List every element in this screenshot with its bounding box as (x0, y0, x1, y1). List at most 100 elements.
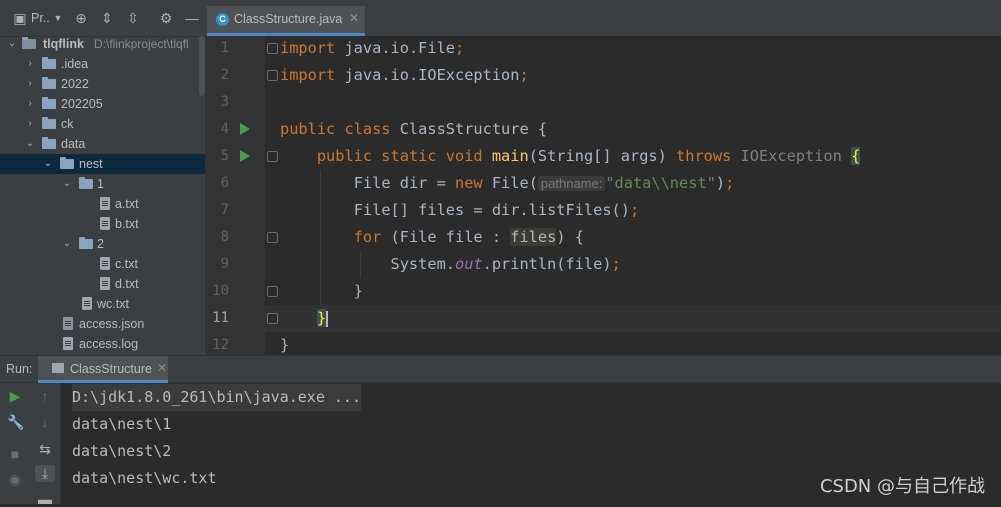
tree-item-folder[interactable]: ⌄ 2 (0, 234, 205, 254)
text-file-icon (100, 277, 110, 290)
tree-item-label: 1 (97, 177, 104, 191)
fold-icon[interactable] (267, 313, 278, 324)
tree-item-label: b.txt (115, 217, 139, 231)
arrow-up-icon[interactable]: ↑ (37, 388, 53, 404)
tree-item-label: 2 (97, 237, 104, 251)
tree-item-folder[interactable]: › 202205 (0, 94, 205, 114)
camera-icon[interactable]: ◉ (7, 471, 23, 488)
console-output-line: data\nest\1 (72, 415, 172, 433)
tree-item-file[interactable]: d.txt (0, 274, 205, 294)
console-output-line: data\nest\2 (72, 442, 172, 460)
parameter-hint: pathname: (537, 176, 606, 191)
tree-item-module[interactable]: ⌄ tlqflink D:\flinkproject\tlqfl (0, 34, 205, 54)
wrench-icon[interactable]: 🔧 (7, 414, 24, 431)
line-number: 5 (220, 148, 229, 164)
scroll-to-end-icon[interactable]: ⤓ (35, 465, 55, 482)
fold-icon[interactable] (267, 232, 278, 243)
close-icon[interactable]: ✕ (157, 361, 167, 375)
stop-icon[interactable]: ■ (7, 446, 23, 462)
folder-icon (42, 77, 56, 89)
expand-all-icon[interactable]: ⇕ (99, 10, 115, 26)
code-line-4: public class ClassStructure { (280, 120, 548, 138)
locate-icon[interactable]: ⊕ (73, 10, 89, 26)
tree-item-folder-selected[interactable]: ⌄ nest (0, 154, 205, 174)
tree-item-label: wc.txt (97, 297, 129, 311)
json-file-icon (63, 317, 73, 330)
chevron-right-icon[interactable]: › (25, 54, 35, 74)
chevron-down-icon[interactable]: ⌄ (62, 234, 72, 254)
text-caret (326, 310, 329, 327)
run-toolbar-left: ▶ 🔧 ■ ◉ (0, 383, 30, 504)
chevron-right-icon[interactable]: › (25, 94, 35, 114)
tree-item-label: ck (61, 117, 74, 131)
run-config-icon (52, 363, 64, 373)
console-command-line: D:\jdk1.8.0_261\bin\java.exe ... (72, 384, 361, 411)
chevron-right-icon[interactable]: › (25, 114, 35, 134)
tab-classstructure-java[interactable]: C ClassStructure.java ✕ (207, 6, 365, 36)
text-file-icon (82, 297, 92, 310)
tree-item-label: nest (79, 157, 103, 171)
gear-icon[interactable]: ⚙ (158, 10, 174, 26)
tree-item-label: d.txt (115, 277, 139, 291)
tab-run-classstructure[interactable]: ClassStructure ✕ (38, 356, 168, 383)
soft-wrap-icon[interactable]: ⇆ (37, 441, 53, 458)
chevron-down-icon[interactable]: ▼ (50, 10, 66, 26)
line-number: 1 (220, 40, 229, 56)
chevron-down-icon[interactable]: ⌄ (62, 174, 72, 194)
folder-icon (42, 57, 56, 69)
tree-item-label: c.txt (115, 257, 138, 271)
collapse-all-icon[interactable]: ⇳ (125, 10, 141, 26)
project-toolbar: ▣ Pr.. ▼ ⊕ ⇕ ⇳ ⚙ — (0, 0, 205, 37)
line-number: 6 (220, 175, 229, 191)
run-main-icon[interactable] (240, 150, 250, 162)
folder-icon (60, 157, 74, 169)
text-file-icon (100, 197, 110, 210)
tree-item-label: access.log (79, 337, 139, 351)
fold-icon[interactable] (267, 70, 278, 81)
tree-item-folder[interactable]: › .idea (0, 54, 205, 74)
run-toolbar-right: ↑ ↓ ⇆ ⤓ ▬ (30, 383, 61, 507)
tree-item-file[interactable]: access.json (0, 314, 205, 334)
chevron-down-icon[interactable]: ⌄ (25, 134, 35, 154)
close-icon[interactable]: ✕ (349, 11, 359, 25)
tree-item-file[interactable]: b.txt (0, 214, 205, 234)
tree-item-file[interactable]: a.txt (0, 194, 205, 214)
run-class-icon[interactable] (240, 123, 250, 135)
tree-item-folder[interactable]: › 2022 (0, 74, 205, 94)
folder-icon (42, 137, 56, 149)
chevron-down-icon[interactable]: ⌄ (7, 34, 17, 54)
tree-item-folder[interactable]: ⌄ 1 (0, 174, 205, 194)
folder-icon (42, 97, 56, 109)
chevron-down-icon[interactable]: ⌄ (43, 154, 53, 174)
code-line-11: } (316, 309, 329, 327)
fold-icon[interactable] (267, 286, 278, 297)
tree-item-file[interactable]: access.log (0, 334, 205, 354)
line-number: 10 (212, 283, 229, 299)
folder-icon (42, 117, 56, 129)
tree-item-folder[interactable]: › ck (0, 114, 205, 134)
tree-item-label: 2022 (61, 77, 89, 91)
tree-item-label: data (61, 137, 86, 151)
code-line-6: File dir = new File(pathname: "data\\nest… (353, 174, 735, 192)
tree-item-file[interactable]: wc.txt (0, 294, 205, 314)
run-panel-label: Run: (6, 362, 33, 376)
line-number: 11 (212, 310, 229, 326)
line-number: 2 (220, 67, 229, 83)
project-view-label[interactable]: Pr.. (31, 11, 50, 25)
tree-item-label: .idea (61, 57, 89, 71)
tree-item-label: 202205 (61, 97, 103, 111)
project-view-icon[interactable]: ▣ (12, 10, 28, 26)
java-class-icon: C (216, 13, 229, 26)
rerun-icon[interactable]: ▶ (7, 388, 23, 405)
hide-panel-icon[interactable]: — (184, 10, 200, 26)
tree-item-folder[interactable]: ⌄ data (0, 134, 205, 154)
code-line-2: import java.io.IOException; (280, 66, 529, 84)
folder-icon (79, 177, 93, 189)
line-number: 9 (220, 256, 229, 272)
tree-item-file[interactable]: c.txt (0, 254, 205, 274)
arrow-down-icon[interactable]: ↓ (37, 414, 53, 430)
chevron-right-icon[interactable]: › (25, 74, 35, 94)
print-icon[interactable]: ▬ (37, 491, 53, 507)
fold-icon[interactable] (267, 43, 278, 54)
fold-icon[interactable] (267, 151, 278, 162)
